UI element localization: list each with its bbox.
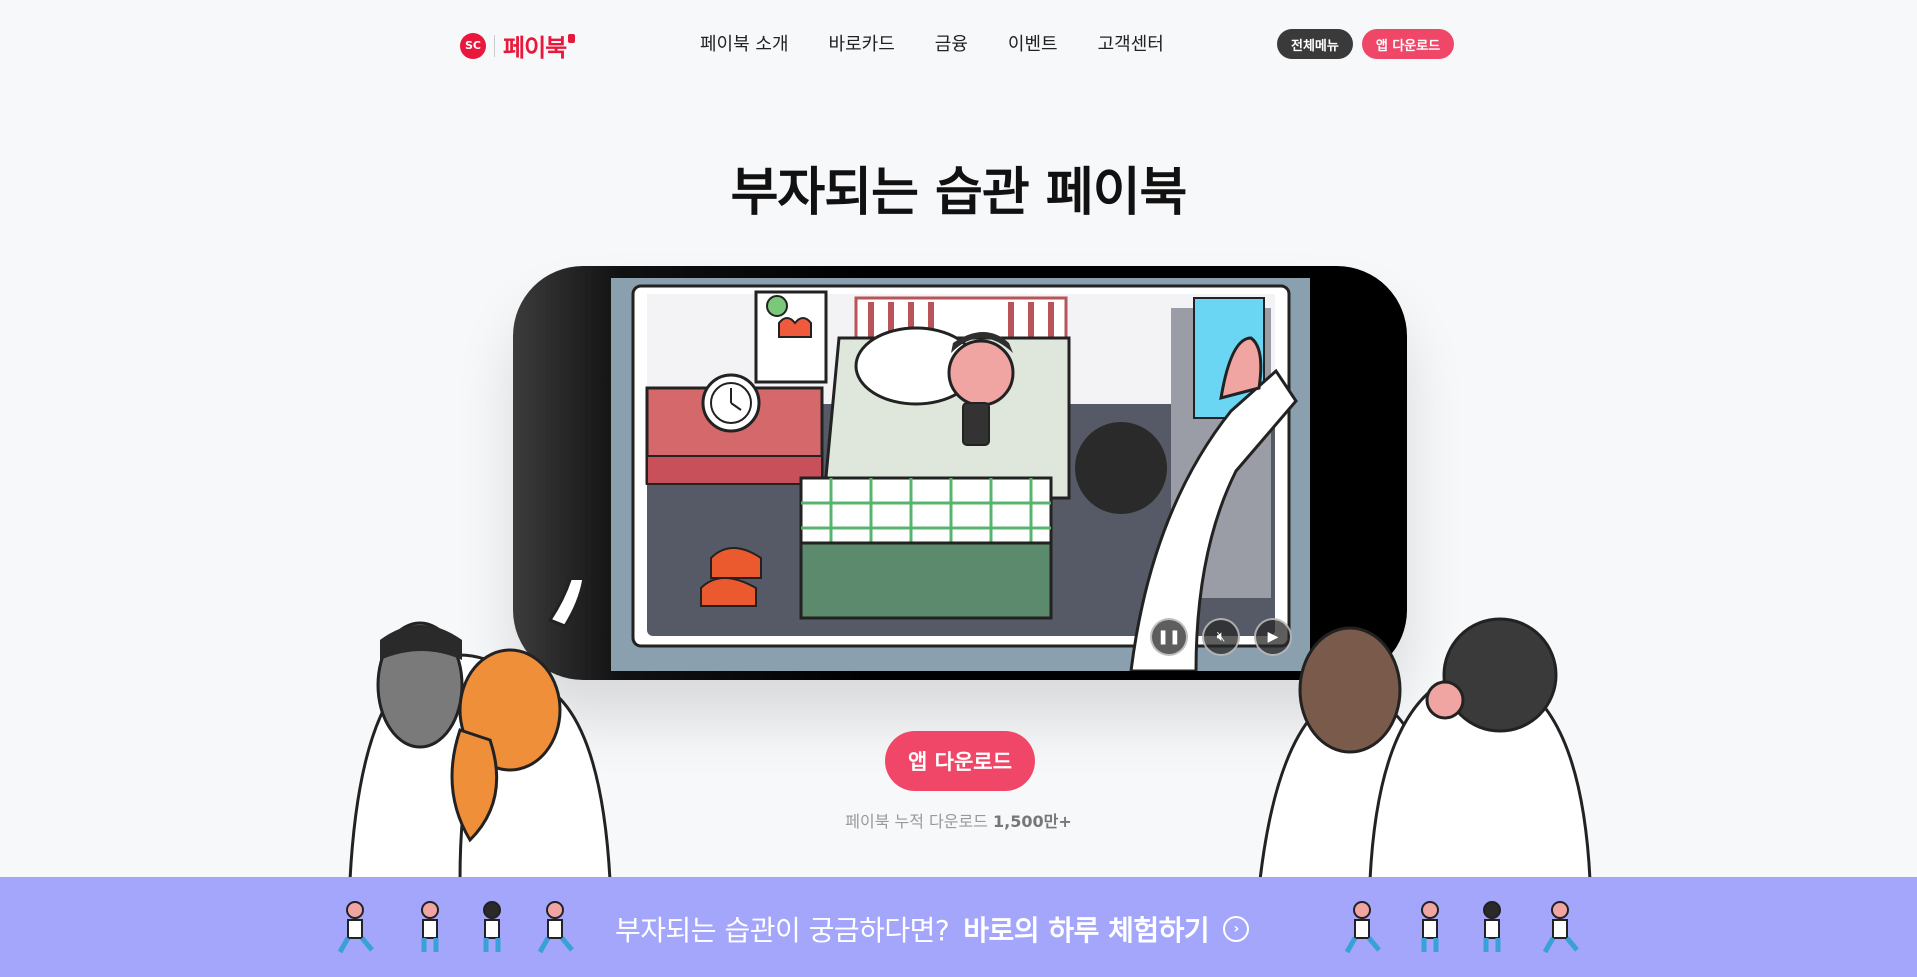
left-people-illustration [348,580,612,880]
pause-icon: ❚❚ [1157,629,1181,645]
runner-icon [1344,901,1381,954]
mute-button[interactable]: 🔇︎ [1202,618,1240,656]
chevron-circle-right-icon: › [1223,916,1250,942]
logo-accent-icon [568,34,576,43]
runner-icon [1542,901,1579,954]
runner-icon [483,901,501,952]
nav-item-events[interactable]: 이벤트 [1008,30,1058,56]
download-prefix: 페이북 누적 다운로드 [845,812,988,831]
download-count-value: 1,500만+ [993,812,1072,831]
runner-icon [337,901,374,954]
promo-video[interactable] [611,278,1310,671]
nav-item-barocard[interactable]: 바로카드 [829,30,895,56]
banner-text-light: 부자되는 습관이 궁금하다면? [615,914,950,947]
right-people-illustration [1258,617,1592,880]
runner-icon [1483,901,1501,952]
logo-text: 페이북 [503,34,567,62]
runner-icon [537,901,574,954]
mute-icon: 🔇︎ [1216,629,1226,645]
bedroom-illustration [611,278,1310,671]
page-title: 부자되는 습관 페이북 [0,150,1917,225]
site-header: SC 페이북 페이북 소개 바로카드 금융 이벤트 고객센터 전체메뉴 앱 다운… [0,0,1917,88]
bc-logo-icon: SC [460,32,486,59]
runner-icon [421,901,439,952]
headline-bold: 페이북 [1045,163,1188,223]
banner-link[interactable]: 부자되는 습관이 궁금하다면? 바로의 하루 체험하기 › [615,909,1250,949]
banner-text-bold: 바로의 하루 체험하기 [963,914,1210,947]
headline-light: 부자되는 습관 [730,163,1030,223]
nav-item-finance[interactable]: 금융 [935,30,968,56]
nav-item-support[interactable]: 고객센터 [1098,30,1164,56]
all-menu-button[interactable]: 전체메뉴 [1277,29,1353,59]
nav-item-intro[interactable]: 페이북 소개 [700,30,789,56]
logo[interactable]: SC 페이북 [460,28,576,63]
header-app-download-button[interactable]: 앱 다운로드 [1361,29,1455,59]
logo-divider [494,34,495,57]
download-count: 페이북 누적 다운로드 1,500만+ [0,808,1917,832]
header-buttons: 전체메뉴 앱 다운로드 [1277,29,1455,59]
app-download-button[interactable]: 앱 다운로드 [885,731,1035,791]
main-nav: 페이북 소개 바로카드 금융 이벤트 고객센터 [700,30,1164,56]
runner-icon [1421,901,1439,952]
pause-button[interactable]: ❚❚ [1150,618,1188,656]
